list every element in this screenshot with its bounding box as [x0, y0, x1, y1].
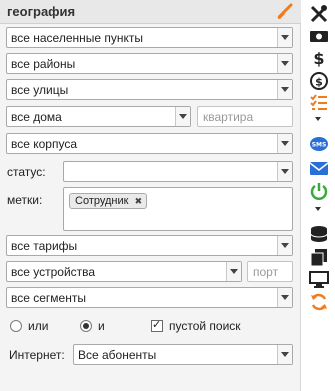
segment-value: все сегменты	[11, 291, 86, 305]
chevron-down-icon	[175, 107, 190, 126]
remove-tag-icon[interactable]: ✖	[133, 196, 143, 206]
chevron-down-icon	[277, 288, 292, 307]
empty-search-checkbox[interactable]	[151, 318, 163, 332]
brush-icon[interactable]	[275, 3, 293, 21]
tariff-select[interactable]: все тарифы	[6, 235, 293, 256]
settlement-select[interactable]: все населенные пункты	[6, 27, 293, 48]
chevron-down-icon	[226, 262, 241, 281]
chevron-down-icon	[277, 80, 292, 99]
building-value: все корпуса	[11, 137, 78, 151]
status-label: статус:	[7, 165, 46, 179]
device-select[interactable]: все устройства	[6, 261, 242, 282]
sms-icon[interactable]: SMS	[309, 135, 329, 155]
or-radio[interactable]	[10, 320, 22, 332]
segment-select[interactable]: все сегменты	[6, 287, 293, 308]
chevron-down-icon	[277, 54, 292, 73]
chevron-down-icon	[277, 134, 292, 153]
task-list-icon[interactable]	[309, 93, 329, 113]
district-select[interactable]: все районы	[6, 53, 293, 74]
database-icon[interactable]	[309, 224, 329, 244]
internet-label: Интернет:	[9, 348, 65, 362]
chevron-down-icon	[277, 236, 292, 255]
and-label: и	[98, 319, 105, 333]
tags-label: метки:	[7, 193, 43, 207]
svg-text:$: $	[313, 49, 324, 68]
apartment-input[interactable]: квартира	[197, 106, 293, 127]
currency-exchange-icon[interactable]: $	[309, 71, 329, 91]
port-input[interactable]: порт	[247, 261, 293, 282]
empty-search-label: пустой поиск	[169, 319, 241, 333]
monitor-icon[interactable]	[309, 269, 329, 289]
dollar-icon[interactable]: $	[309, 48, 329, 68]
status-select[interactable]	[63, 161, 293, 182]
chevron-down-icon	[277, 345, 292, 364]
mail-icon[interactable]	[309, 158, 329, 178]
svg-text:SMS: SMS	[312, 142, 327, 149]
cash-icon[interactable]	[309, 26, 329, 46]
geography-filter-panel: география все населенные пункты все райо…	[0, 0, 301, 391]
street-value: все улицы	[11, 83, 69, 97]
tag-label: Сотрудник	[75, 195, 129, 207]
panel-header: география	[0, 0, 301, 24]
toolbar-rail: $ $ SMS	[302, 0, 335, 391]
internet-value: Все абоненты	[78, 348, 157, 362]
apartment-placeholder: квартира	[203, 110, 254, 124]
chevron-down-icon	[277, 28, 292, 47]
wrench-screwdriver-icon[interactable]	[309, 4, 329, 24]
tag-chip: Сотрудник ✖	[69, 193, 148, 209]
building-select[interactable]: все корпуса	[6, 133, 293, 154]
settlement-value: все населенные пункты	[11, 31, 144, 45]
district-value: все районы	[11, 57, 76, 71]
tags-input[interactable]: Сотрудник ✖	[63, 187, 293, 231]
caret-down-icon[interactable]	[315, 207, 321, 211]
or-label: или	[28, 319, 49, 333]
svg-text:$: $	[315, 76, 323, 89]
device-value: все устройства	[11, 265, 96, 279]
tariff-value: все тарифы	[11, 239, 78, 253]
internet-select[interactable]: Все абоненты	[73, 344, 293, 365]
port-placeholder: порт	[253, 265, 279, 279]
caret-down-icon[interactable]	[315, 117, 321, 121]
house-value: все дома	[11, 110, 62, 124]
panel-title: география	[7, 4, 76, 19]
street-select[interactable]: все улицы	[6, 79, 293, 100]
chevron-down-icon	[277, 162, 292, 181]
copy-icon[interactable]	[309, 247, 329, 267]
power-icon[interactable]	[309, 181, 329, 201]
house-select[interactable]: все дома	[6, 106, 191, 127]
and-radio[interactable]	[80, 320, 92, 332]
refresh-icon[interactable]	[309, 292, 329, 312]
